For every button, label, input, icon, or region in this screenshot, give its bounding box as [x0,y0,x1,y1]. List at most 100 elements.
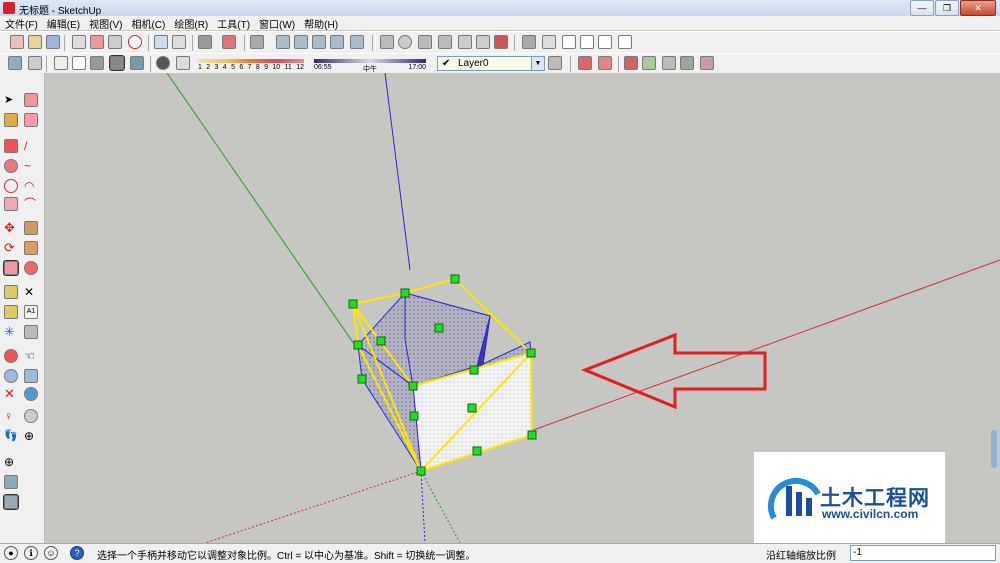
save-icon[interactable] [46,35,60,49]
menu-tools[interactable]: 工具(T) [212,16,254,31]
component-icon[interactable] [3,494,19,510]
shaded-icon[interactable] [90,56,104,70]
chevron-down-icon[interactable]: ▼ [531,57,544,70]
offset-icon[interactable] [24,261,38,275]
layer-select[interactable]: ✔ Layer0 ▼ [437,56,545,71]
polygon-icon[interactable] [4,179,18,193]
viewport-scroll-handle[interactable] [991,430,997,468]
menu-view[interactable]: 视图(V) [84,16,126,31]
position-camera-icon[interactable]: ♀ [4,409,18,423]
sketchup-app-icon[interactable] [3,2,15,14]
layer-manager-icon[interactable] [548,56,562,70]
standard-view-4-icon[interactable] [330,35,344,49]
paste-icon[interactable] [108,35,122,49]
standard-view-2-icon[interactable] [294,35,308,49]
menu-camera[interactable]: 相机(C) [126,16,169,31]
menu-edit[interactable]: 编辑(E) [42,16,84,31]
new-file-icon[interactable] [10,35,24,49]
zoom-extents-icon[interactable] [494,35,508,49]
open-file-icon[interactable] [28,35,42,49]
tape-measure-icon[interactable] [4,285,18,299]
menu-file[interactable]: 文件(F) [0,16,42,31]
zoom-extents-tool-icon[interactable]: ✕ [4,387,18,401]
move-icon[interactable]: ✥ [4,221,18,235]
pie-icon[interactable] [4,197,18,211]
pan-icon[interactable] [398,35,412,49]
fog-icon[interactable] [176,56,190,70]
monochrome-icon[interactable] [130,56,144,70]
menu-help[interactable]: 帮助(H) [299,16,342,31]
section-plane-icon[interactable] [578,56,592,70]
previous-tool-icon[interactable] [24,387,38,401]
shadows-icon[interactable] [156,56,170,70]
make-component-icon[interactable] [24,93,38,107]
copy-icon[interactable] [90,35,104,49]
shaded-textures-icon[interactable] [109,55,125,71]
section-plane-tool-icon[interactable]: ⊕ [24,429,38,443]
text-icon[interactable]: A1 [24,305,38,319]
model-info-icon[interactable] [222,35,236,49]
circle-icon[interactable] [4,159,18,173]
top-view-icon[interactable] [542,35,556,49]
menu-draw[interactable]: 绘图(R) [169,16,212,31]
minimize-button[interactable]: — [910,0,934,16]
stamp-icon[interactable] [680,56,694,70]
standard-view-5-icon[interactable] [350,35,364,49]
undo-icon[interactable] [154,35,168,49]
shadow-month-slider[interactable]: 12 34 56 78 9 10 11 12 [198,56,304,72]
pencil-line-icon[interactable]: / [24,139,38,153]
zoom-window-icon[interactable] [438,35,452,49]
menu-window[interactable]: 窗口(W) [254,16,299,31]
restore-button[interactable]: ❐ [935,0,959,16]
paint-bucket-icon[interactable] [4,113,18,127]
measurement-input[interactable]: -1 [850,545,996,561]
redo-icon[interactable] [172,35,186,49]
orbit-icon[interactable] [380,35,394,49]
zoom-window-tool-icon[interactable] [24,369,38,383]
sandbox-from-scratch-icon[interactable] [642,56,656,70]
camera-icon[interactable] [250,35,264,49]
orbit-tool-icon[interactable] [4,349,18,363]
print-icon[interactable] [198,35,212,49]
standard-view-3-icon[interactable] [312,35,326,49]
display-section-icon[interactable] [598,56,612,70]
select-arrow-icon[interactable]: ➤ [4,93,18,107]
drape-icon[interactable] [700,56,714,70]
layer-visible-check-icon[interactable]: ✔ [442,58,450,69]
dimension-icon[interactable]: ✕ [24,285,38,299]
scale-icon[interactable] [3,260,19,276]
push-pull-icon[interactable] [24,221,38,235]
smoove-icon[interactable] [662,56,676,70]
erase-icon[interactable] [128,35,142,49]
walk-icon[interactable]: 👣 [4,429,18,443]
wireframe-icon[interactable] [54,56,68,70]
hidden-line-icon[interactable] [72,56,86,70]
rotate-icon[interactable]: ⟳ [4,241,18,255]
freehand-icon[interactable]: ~ [24,159,38,173]
pan-hand-icon[interactable]: ☜ [24,349,38,363]
xray-icon[interactable] [8,56,22,70]
back-edges-icon[interactable] [28,56,42,70]
standard-view-1-icon[interactable] [276,35,290,49]
front-view-icon[interactable] [562,35,576,49]
shadow-time-slider[interactable]: 06:55 中午 17:00 [314,56,426,73]
zoom-tool-icon[interactable] [4,369,18,383]
sandbox-from-contours-icon[interactable] [624,56,638,70]
rectangle-icon[interactable] [4,139,18,153]
look-around-icon[interactable] [24,409,38,423]
cut-icon[interactable] [72,35,86,49]
warehouse-icon[interactable] [4,475,18,489]
3d-text-icon[interactable] [24,325,38,339]
two-point-arc-icon[interactable]: ⌒ [24,197,38,211]
protractor-icon[interactable] [4,305,18,319]
follow-me-icon[interactable] [24,241,38,255]
left-view-icon[interactable] [618,35,632,49]
close-button[interactable]: ✕ [960,0,996,16]
google-earth-icon[interactable]: ⊕ [4,455,18,469]
iso-view-icon[interactable] [522,35,536,49]
previous-view-icon[interactable] [458,35,472,49]
arc-icon[interactable]: ◠ [24,179,38,193]
back-view-icon[interactable] [598,35,612,49]
next-view-icon[interactable] [476,35,490,49]
help-icon[interactable]: ? [70,546,84,560]
